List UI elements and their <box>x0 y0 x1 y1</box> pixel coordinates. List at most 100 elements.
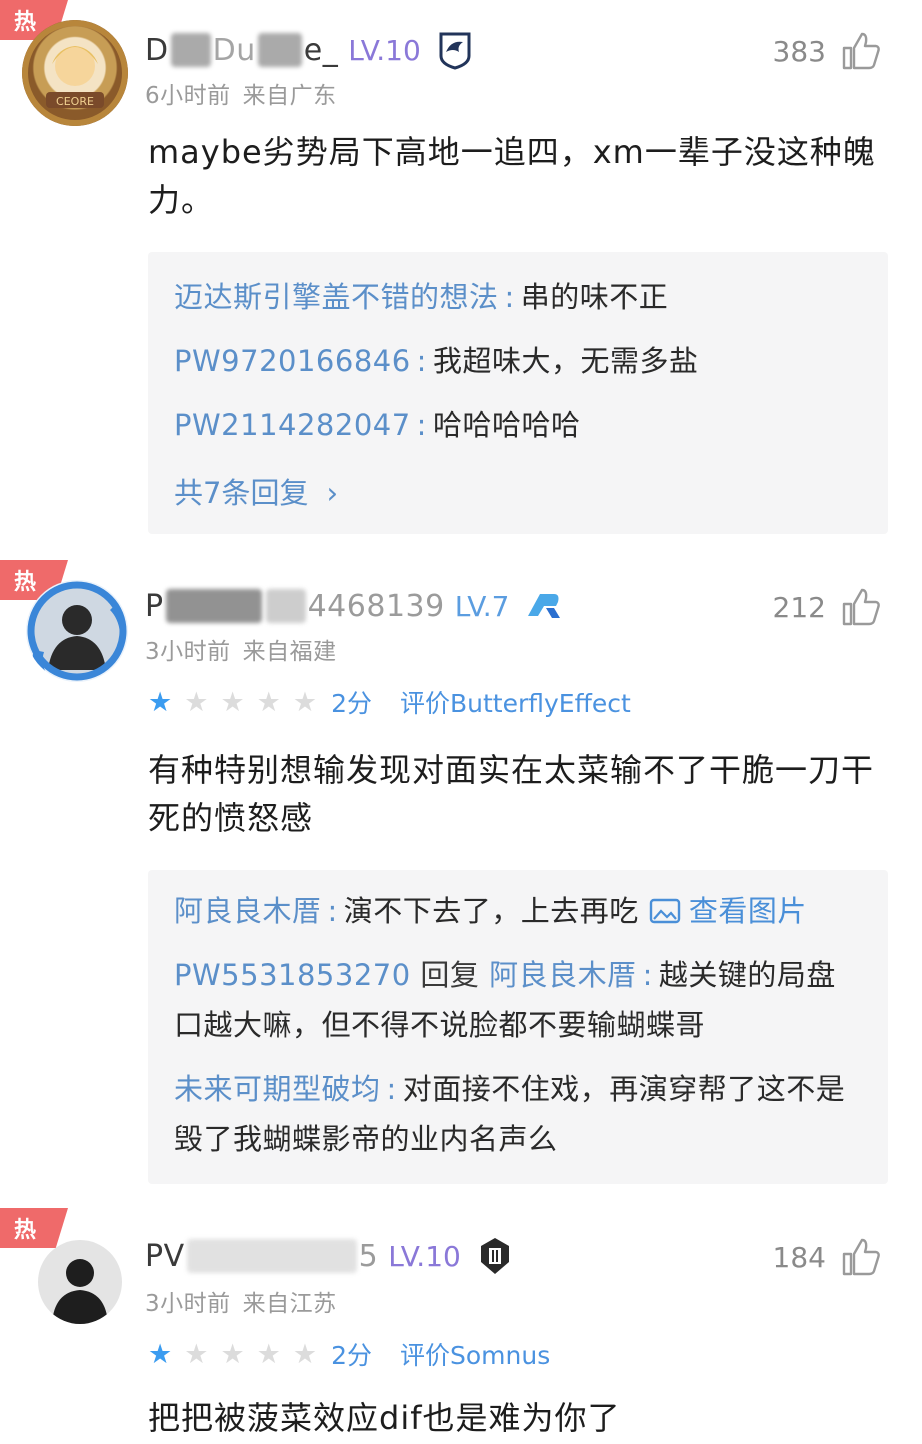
comment-location: 来自广东 <box>242 83 337 109</box>
thumbs-up-icon[interactable] <box>840 30 882 72</box>
username-row[interactable]: D Du e_ LV.10 <box>145 28 475 72</box>
star-icon: ★ <box>292 1338 318 1370</box>
username-part: 4468139 <box>307 588 445 624</box>
reply-colon: : <box>642 958 653 992</box>
reply-item[interactable]: 阿良良木厝: 演不下去了，上去再吃 查看图片 <box>174 886 862 936</box>
thumbs-up-icon[interactable] <box>840 586 882 628</box>
reply-colon: : <box>386 1072 397 1106</box>
star-icon: ★ <box>148 1338 173 1370</box>
username-row[interactable]: PV 5 LV.10 <box>145 1234 515 1278</box>
level-badge: LV.7 <box>454 589 510 623</box>
username-blur <box>170 33 211 67</box>
comment-location: 来自江苏 <box>242 1291 337 1317</box>
username-row[interactable]: P 4468139 LV.7 <box>145 584 564 628</box>
comment-text: 有种特别想输发现对面实在太菜输不了干脆一刀干死的愤怒感 <box>148 751 875 837</box>
star-icon: ★ <box>184 1338 209 1370</box>
star-icon: ★ <box>148 686 173 718</box>
reply-username[interactable]: PW9720166846 <box>174 344 411 378</box>
like-button[interactable]: 184 <box>773 1236 882 1278</box>
comment-item: 热 PV 5 LV.10 3小时前 来自江苏 184 ★ ★ ★ ★ ★ 2分 评… <box>0 1208 922 1444</box>
reply-item[interactable]: 未来可期型破均: 对面接不住戏，再演穿帮了这不是毁了我蝴蝶影帝的业内名声么 <box>174 1064 862 1164</box>
reply-username[interactable]: PW2114282047 <box>174 408 411 442</box>
comment-time: 3小时前 <box>145 1291 231 1317</box>
avatar-frame-icon <box>27 581 127 681</box>
reply-item[interactable]: PW9720166846: 我超味大，无需多盐 <box>174 336 862 386</box>
star-icon: ★ <box>292 686 318 718</box>
more-replies-label: 共7条回复 <box>174 476 309 510</box>
reply-box[interactable]: 阿良良木厝: 演不下去了，上去再吃 查看图片 PW5531853270 回复 阿良良… <box>148 870 888 1184</box>
more-replies-link[interactable]: 共7条回复 › <box>174 464 862 540</box>
comment-text: maybe劣势局下高地一追四，xm一辈子没这种魄力。 <box>148 133 876 219</box>
username-part: 5 <box>358 1238 379 1274</box>
rating-score: 2分 <box>331 689 372 718</box>
reply-item[interactable]: 迈达斯引擎盖不错的想法: 串的味不正 <box>174 272 862 322</box>
view-image-link[interactable]: 查看图片 <box>689 894 807 928</box>
reply-username[interactable]: 阿良良木厝 <box>174 894 322 928</box>
hot-badge: 热 <box>0 1208 68 1248</box>
reply-text: 哈哈哈哈哈 <box>432 408 581 442</box>
reply-text: 演不下去了，上去再吃 <box>343 894 639 928</box>
username-blur <box>165 589 262 623</box>
username[interactable]: P <box>145 589 164 624</box>
username-blur <box>257 33 302 67</box>
reply-colon: : <box>327 894 338 928</box>
chevron-right-icon: › <box>326 476 339 510</box>
comment-time: 3小时前 <box>145 639 231 665</box>
username-blur <box>265 589 306 623</box>
team-liquid-icon <box>439 32 471 70</box>
reply-item[interactable]: PW5531853270 回复 阿良良木厝: 越关键的局盘口越大嘛，但不得不说脸都… <box>174 950 862 1050</box>
rating-target-link[interactable]: 评价Somnus <box>400 1336 550 1372</box>
comment-meta: 3小时前 来自江苏 <box>145 1284 337 1318</box>
reply-to-username[interactable]: 阿良良木厝 <box>489 958 637 992</box>
reply-username[interactable]: 未来可期型破均 <box>174 1072 381 1106</box>
default-avatar-icon <box>52 1259 108 1324</box>
like-count: 184 <box>772 1240 826 1274</box>
star-icon: ★ <box>184 686 209 718</box>
reply-box[interactable]: 迈达斯引擎盖不错的想法: 串的味不正 PW9720166846: 我超味大，无需多盐… <box>148 252 888 534</box>
reply-word: 回复 <box>420 958 480 992</box>
team-logo-icon <box>527 594 560 618</box>
rating-row: ★ ★ ★ ★ ★ 2分 评价Somnus <box>148 1336 550 1372</box>
comment-item: 热 P 4468139 LV.7 3小时前 来自福建 212 ★ ★ ★ ★ ★… <box>0 560 922 1200</box>
reply-colon: : <box>416 344 427 378</box>
reply-item[interactable]: PW2114282047: 哈哈哈哈哈 <box>174 400 862 450</box>
comment-item: 热 CEORE D Du e_ LV.10 6小时前 来自广东 383 maybe… <box>0 0 922 550</box>
avatar[interactable] <box>38 1240 122 1324</box>
rating-row: ★ ★ ★ ★ ★ 2分 评价ButterflyEffect <box>148 684 631 720</box>
comment-time: 6小时前 <box>145 83 231 109</box>
username-part: Du <box>212 32 256 68</box>
comment-meta: 6小时前 来自广东 <box>145 76 337 110</box>
like-button[interactable]: 212 <box>773 586 882 628</box>
avatar[interactable] <box>26 580 128 682</box>
vip-frame-icon: CEORE <box>22 20 128 126</box>
username-part: e_ <box>303 32 339 68</box>
team-gaimin-icon <box>480 1238 509 1274</box>
svg-text:CEORE: CEORE <box>56 95 94 108</box>
username-blur <box>186 1239 357 1273</box>
level-badge: LV.10 <box>348 33 421 67</box>
reply-colon: : <box>416 408 427 442</box>
thumbs-up-icon[interactable] <box>840 1236 882 1278</box>
star-icon: ★ <box>256 1338 281 1370</box>
comment-location: 来自福建 <box>242 639 337 665</box>
star-icon: ★ <box>220 1338 245 1370</box>
comment-meta: 3小时前 来自福建 <box>145 632 337 666</box>
star-icon: ★ <box>220 686 245 718</box>
star-icon: ★ <box>256 686 281 718</box>
like-button[interactable]: 383 <box>773 30 882 72</box>
reply-username[interactable]: 迈达斯引擎盖不错的想法 <box>174 280 499 314</box>
like-count: 383 <box>772 34 826 68</box>
like-count: 212 <box>772 590 826 624</box>
reply-colon: : <box>504 280 515 314</box>
username[interactable]: D <box>145 33 169 68</box>
comment-text: 把把被菠菜效应dif也是难为你了 <box>148 1399 621 1437</box>
rating-target-link[interactable]: 评价ButterflyEffect <box>400 684 631 720</box>
rating-score: 2分 <box>331 1341 372 1370</box>
username[interactable]: PV <box>145 1239 185 1274</box>
picture-icon[interactable] <box>649 897 681 925</box>
level-badge: LV.10 <box>388 1239 461 1273</box>
reply-username[interactable]: PW5531853270 <box>174 958 411 992</box>
reply-text: 我超味大，无需多盐 <box>432 344 699 378</box>
avatar[interactable]: CEORE <box>22 20 128 126</box>
reply-text: 串的味不正 <box>520 280 669 314</box>
